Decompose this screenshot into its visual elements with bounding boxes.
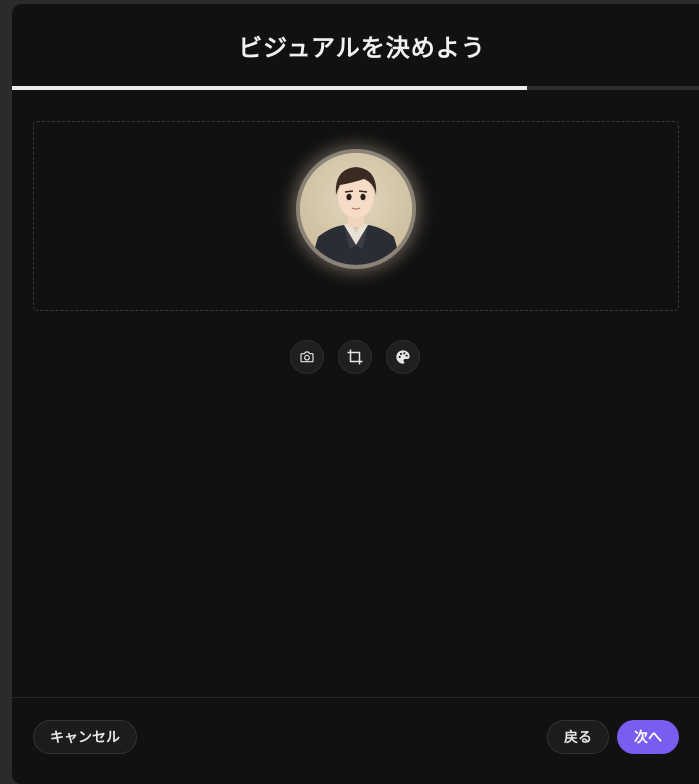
cancel-button[interactable]: キャンセル [33, 720, 137, 754]
avatar-portrait-icon [300, 153, 412, 265]
back-button[interactable]: 戻る [547, 720, 609, 754]
progress-bar [12, 86, 699, 90]
crop-button[interactable] [338, 340, 372, 374]
avatar-frame[interactable] [296, 149, 416, 269]
palette-button[interactable] [386, 340, 420, 374]
dialog-title: ビジュアルを決めよう [238, 33, 486, 62]
crop-icon [347, 349, 363, 365]
dialog-footer: キャンセル 戻る 次へ [12, 697, 699, 784]
visual-setup-dialog: ビジュアルを決めよう キャンセル 戻る 次へ [12, 4, 699, 784]
camera-button[interactable] [290, 340, 324, 374]
avatar [300, 153, 412, 265]
palette-icon [396, 350, 410, 364]
next-button[interactable]: 次へ [617, 720, 679, 754]
progress-fill [12, 86, 528, 90]
image-tools [290, 340, 420, 374]
dialog-header: ビジュアルを決めよう [12, 4, 699, 88]
camera-icon [300, 351, 314, 363]
